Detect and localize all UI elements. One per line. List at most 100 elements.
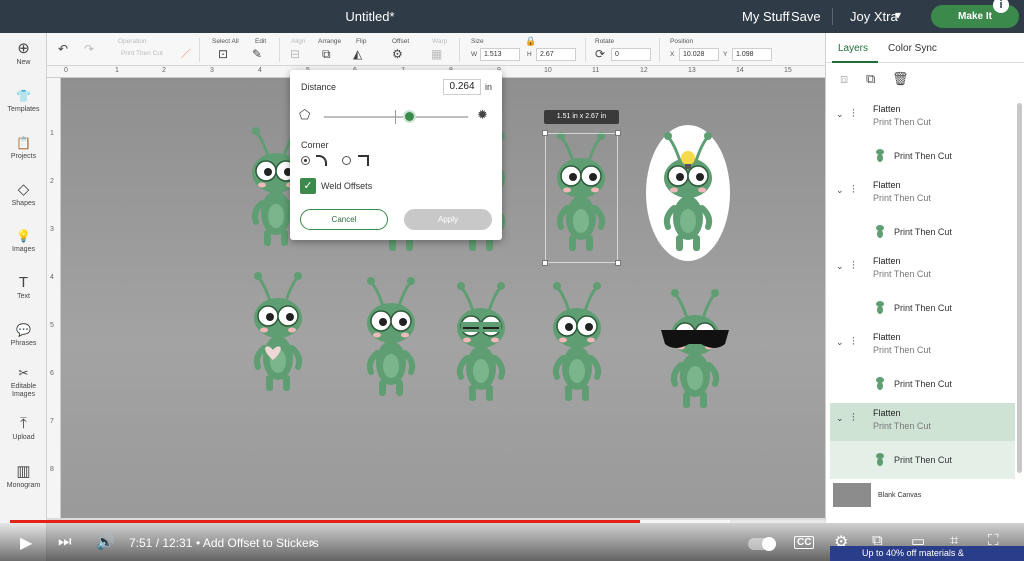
- chapter-title[interactable]: • Add Offset to Stickers: [196, 536, 319, 550]
- flatten-icon: ⫶: [852, 412, 855, 424]
- bug-thumbnail-icon: [876, 377, 884, 390]
- sidebar-item-label: Upload: [12, 434, 35, 441]
- offset-icon[interactable]: ⚙: [392, 47, 403, 61]
- operation-select[interactable]: Print Then Cut: [121, 50, 163, 57]
- distance-input[interactable]: 0.264: [443, 79, 481, 95]
- operation-label: Operation: [118, 38, 147, 45]
- width-field[interactable]: 1.513: [480, 48, 520, 61]
- layer-group-header[interactable]: ⌄ ⫶ Flatten Print Then Cut: [830, 99, 1015, 137]
- weld-offsets-checkbox[interactable]: ✓: [300, 178, 316, 194]
- layer-group-header[interactable]: ⌄ ⫶ Flatten Print Then Cut: [830, 327, 1015, 365]
- corner-square-radio[interactable]: [342, 156, 351, 165]
- chevron-down-icon[interactable]: ⌄: [836, 185, 844, 196]
- layer-item-name: Print Then Cut: [894, 303, 952, 313]
- sidebar-item-phrases[interactable]: 💬 Phrases: [0, 321, 47, 348]
- lock-icon[interactable]: 🔒: [525, 36, 536, 47]
- bug-sticker-grumpy[interactable]: [457, 282, 505, 401]
- sidebar-item-shapes[interactable]: ◇ Shapes: [0, 181, 47, 208]
- selection-box[interactable]: [542, 130, 621, 266]
- duplicate-icon[interactable]: ⧉: [866, 71, 875, 87]
- layer-group[interactable]: ⌄ ⫶ Flatten Print Then Cut Print Then Cu…: [830, 175, 1015, 251]
- chevron-down-icon[interactable]: ▾: [895, 8, 901, 22]
- sidebar-item-text[interactable]: T Text: [0, 274, 47, 301]
- sidebar-item-label: Shapes: [11, 200, 36, 207]
- select-all-label: Select All: [212, 38, 239, 45]
- layer-group[interactable]: ⌄ ⫶ Flatten Print Then Cut Print Then Cu…: [830, 327, 1015, 403]
- volume-icon[interactable]: 🔊: [96, 533, 115, 551]
- layer-item[interactable]: Print Then Cut: [830, 365, 1015, 403]
- chevron-down-icon[interactable]: ⌄: [836, 261, 844, 272]
- sidebar-item-editable-images[interactable]: ✂ Editable Images: [0, 364, 47, 399]
- layer-group-header[interactable]: ⌄ ⫶ Flatten Print Then Cut: [830, 403, 1015, 441]
- distance-slider-handle[interactable]: [403, 110, 416, 123]
- arrange-icon[interactable]: ⧉: [322, 47, 331, 62]
- tab-layers[interactable]: Layers: [838, 43, 868, 54]
- edit-pencil-icon[interactable]: ✎: [252, 47, 262, 61]
- sidebar-item-projects[interactable]: 📋 Projects: [0, 134, 47, 161]
- save-button[interactable]: Save: [791, 9, 821, 24]
- layer-item[interactable]: Print Then Cut: [830, 289, 1015, 327]
- tab-color-sync[interactable]: Color Sync: [888, 43, 937, 54]
- resize-handle[interactable]: [615, 260, 621, 266]
- autoplay-toggle[interactable]: [748, 537, 776, 551]
- chevron-down-icon[interactable]: ⌄: [836, 413, 844, 424]
- bug-sticker-sunglasses[interactable]: [661, 289, 729, 408]
- layer-group-selected[interactable]: ⌄ ⫶ Flatten Print Then Cut Print Then Cu…: [830, 403, 1015, 479]
- profile-menu[interactable]: Joy Xtra: [850, 9, 898, 24]
- chevron-down-icon[interactable]: ⌄: [836, 109, 844, 120]
- distance-slider[interactable]: [324, 116, 468, 118]
- redo-icon[interactable]: ↷: [84, 42, 94, 56]
- play-icon[interactable]: ▶: [20, 533, 32, 553]
- x-position-field[interactable]: 10.028: [679, 48, 719, 61]
- flip-icon[interactable]: ◭: [353, 47, 362, 61]
- pen-color-icon[interactable]: ／: [181, 45, 191, 60]
- bug-sticker[interactable]: [367, 277, 415, 396]
- select-all-icon[interactable]: ⊡: [218, 47, 228, 61]
- rounded-corner-icon: [316, 155, 327, 166]
- rotate-icon[interactable]: ⟳: [595, 47, 605, 61]
- layer-item[interactable]: Print Then Cut: [830, 441, 1015, 479]
- y-position-field[interactable]: 1.098: [732, 48, 772, 61]
- bug-sticker[interactable]: [553, 282, 601, 401]
- chevron-down-icon[interactable]: ⌄: [836, 337, 844, 348]
- sidebar-item-monogram[interactable]: ▥ Monogram: [0, 463, 47, 490]
- layer-item[interactable]: Print Then Cut: [830, 213, 1015, 251]
- height-field[interactable]: 2.67: [536, 48, 576, 61]
- resize-handle[interactable]: [615, 130, 621, 136]
- next-icon[interactable]: ⏭: [58, 533, 72, 550]
- width-label: W: [471, 51, 478, 58]
- bug-sticker-lightbulb[interactable]: [646, 125, 730, 261]
- blank-canvas-swatch[interactable]: [833, 483, 871, 507]
- bug-sticker[interactable]: [254, 272, 302, 391]
- chevron-right-icon[interactable]: ›: [310, 534, 315, 550]
- sidebar-item-images[interactable]: 💡 Images: [0, 227, 47, 254]
- promo-banner[interactable]: Up to 40% off materials &: [830, 546, 1024, 561]
- apply-button[interactable]: Apply: [404, 209, 492, 230]
- ruler-tick-label: 10: [544, 67, 552, 74]
- trash-icon[interactable]: 🗑: [892, 71, 909, 87]
- undo-icon[interactable]: ↶: [58, 42, 68, 56]
- ruler-tick-label: 14: [736, 67, 744, 74]
- warp-icon[interactable]: ▦: [431, 47, 442, 61]
- sidebar-item-upload[interactable]: ⤒ Upload: [0, 415, 47, 442]
- cancel-button[interactable]: Cancel: [300, 209, 388, 230]
- sidebar-item-templates[interactable]: 👕 Templates: [0, 87, 47, 114]
- resize-handle[interactable]: [542, 260, 548, 266]
- corner-rounded-radio[interactable]: [301, 156, 310, 165]
- layer-item[interactable]: Print Then Cut: [830, 137, 1015, 175]
- bug-thumbnail-icon: [876, 301, 884, 314]
- layer-group-name: Flatten: [873, 256, 901, 266]
- my-stuff-link[interactable]: My Stuff: [742, 9, 789, 24]
- layer-group-header[interactable]: ⌄ ⫶ Flatten Print Then Cut: [830, 175, 1015, 213]
- layer-group-header[interactable]: ⌄ ⫶ Flatten Print Then Cut: [830, 251, 1015, 289]
- rotate-field[interactable]: 0: [611, 48, 651, 61]
- layer-group[interactable]: ⌄ ⫶ Flatten Print Then Cut Print Then Cu…: [830, 99, 1015, 175]
- sidebar-item-new[interactable]: ⊕ New: [0, 40, 47, 67]
- left-sidebar: ⊕ New 👕 Templates 📋 Projects ◇ Shapes 💡 …: [0, 33, 47, 561]
- resize-handle[interactable]: [542, 130, 548, 136]
- layer-group[interactable]: ⌄ ⫶ Flatten Print Then Cut Print Then Cu…: [830, 251, 1015, 327]
- layers-scrollbar[interactable]: [1017, 103, 1022, 473]
- group-icon[interactable]: ⧈: [840, 71, 848, 87]
- align-icon[interactable]: ⊟: [290, 47, 300, 61]
- captions-icon[interactable]: CC: [794, 536, 815, 549]
